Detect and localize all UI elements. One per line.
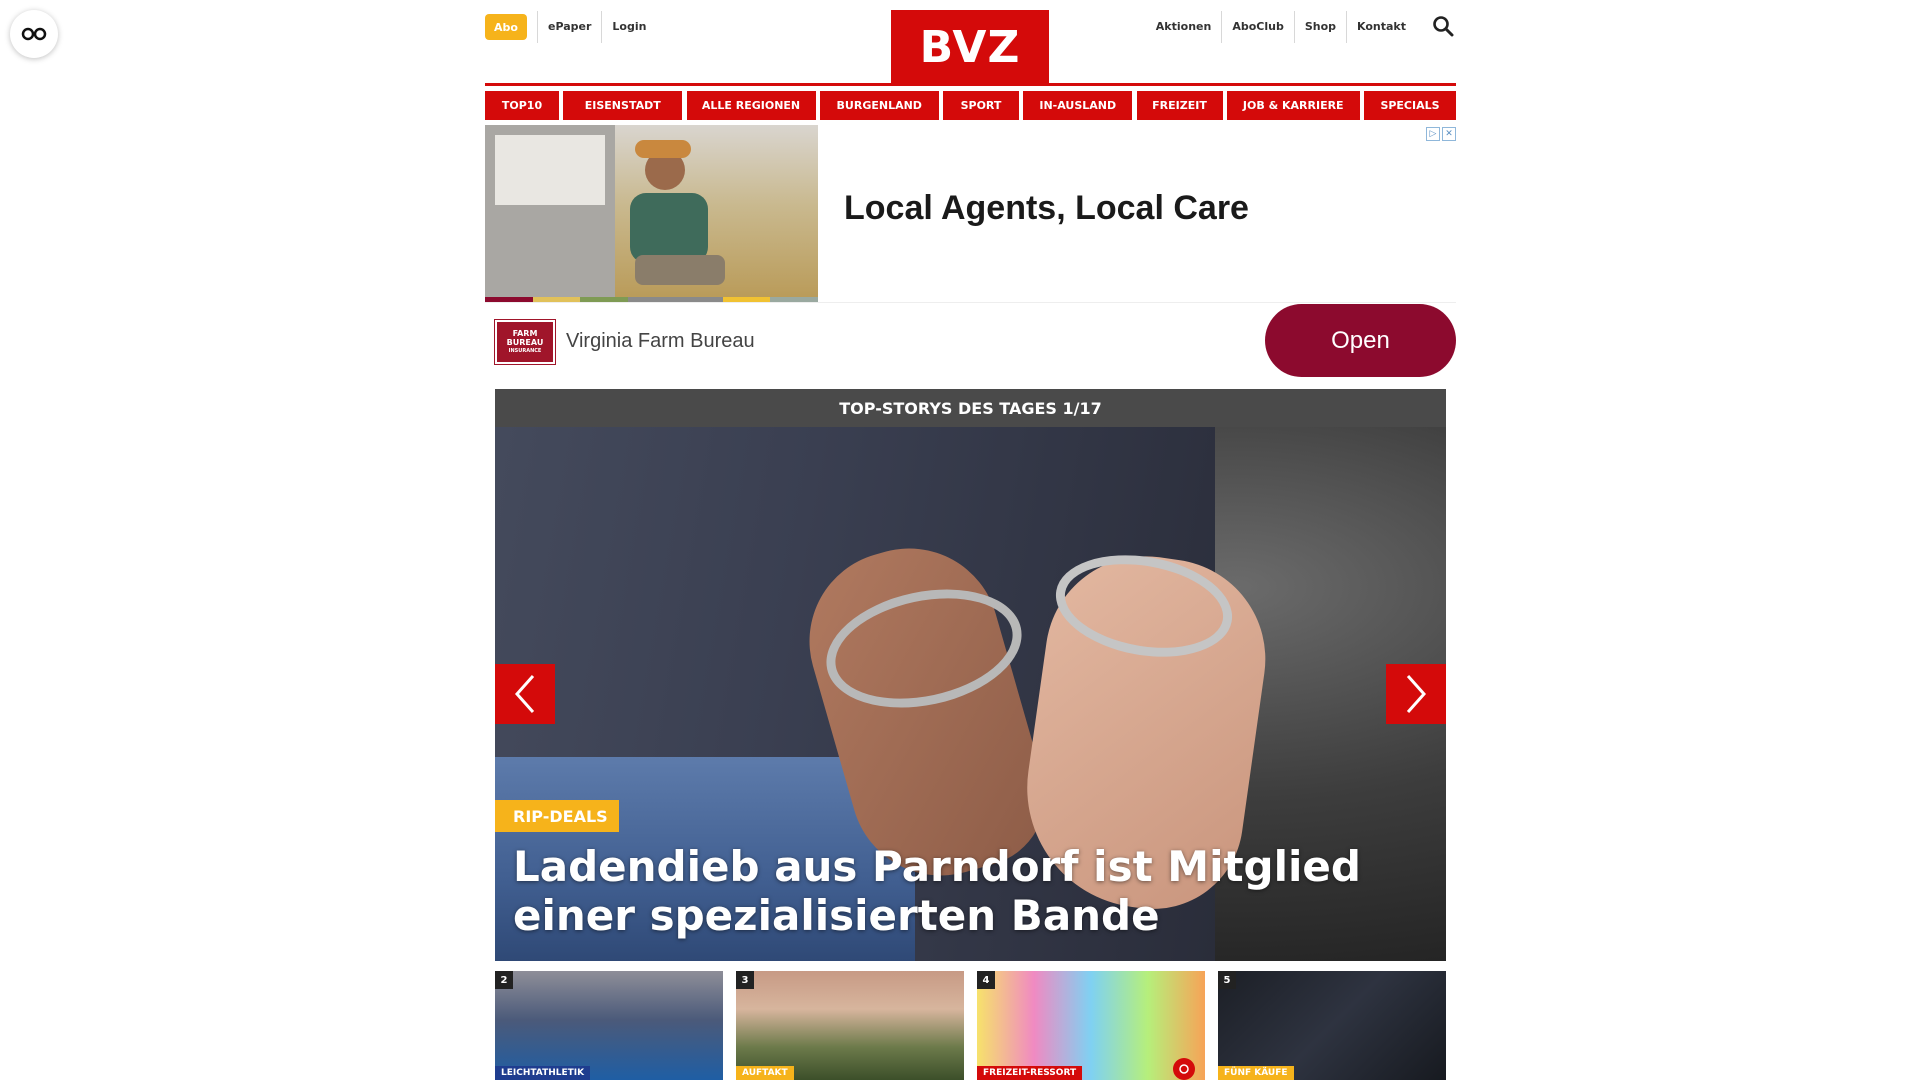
- ad-open-button[interactable]: Open: [1265, 304, 1456, 377]
- site-logo[interactable]: BVZ: [891, 10, 1049, 84]
- thumbnail-tag: AUFTAKT: [736, 1066, 794, 1080]
- nav-item-burgenland[interactable]: BURGENLAND: [819, 91, 939, 120]
- thumbnail-tag: FÜNF KÄUFE: [1218, 1066, 1294, 1080]
- camera-icon: [1173, 1058, 1195, 1080]
- nav-item-job-karriere[interactable]: JOB & KARRIERE: [1226, 91, 1360, 120]
- reader-mode-button[interactable]: [10, 10, 58, 58]
- page-container: Abo ePaper Login BVZ Aktionen AboClub Sh…: [485, 0, 1456, 1080]
- nav-item-alle-regionen[interactable]: ALLE REGIONEN: [686, 91, 816, 120]
- chevron-right-icon: [1406, 675, 1427, 713]
- kontakt-link[interactable]: Kontakt: [1346, 11, 1416, 43]
- header-divider: [485, 83, 1456, 86]
- thumbnail-story-4[interactable]: 4 FREIZEIT-RESSORT: [977, 971, 1205, 1080]
- story-thumbnails: 2 LEICHTATHLETIK 3 AUFTAKT 4 FREIZEIT-RE…: [495, 971, 1446, 1080]
- ad-image[interactable]: [485, 125, 818, 302]
- header-links-right: Aktionen AboClub Shop Kontakt: [1146, 11, 1416, 43]
- story-kicker[interactable]: RIP-DEALS: [495, 800, 619, 832]
- thumbnail-number: 5: [1218, 971, 1236, 989]
- adchoices-icon[interactable]: ▷: [1426, 127, 1440, 141]
- story-headline[interactable]: Ladendieb aus Parndorf ist Mitglied eine…: [513, 842, 1413, 940]
- close-icon[interactable]: ✕: [1442, 127, 1456, 141]
- ad-choices[interactable]: ▷ ✕: [1426, 127, 1456, 141]
- ad-headline[interactable]: Local Agents, Local Care: [844, 189, 1249, 228]
- glasses-icon: [21, 27, 47, 41]
- thumbnail-story-3[interactable]: 3 AUFTAKT: [736, 971, 964, 1080]
- thumbnail-story-5[interactable]: 5 FÜNF KÄUFE: [1218, 971, 1446, 1080]
- advertisement[interactable]: Local Agents, Local Care ▷ ✕ FARM BUREAU…: [485, 125, 1456, 383]
- farm-bureau-logo: FARM BUREAU INSURANCE: [495, 320, 555, 364]
- thumbnail-number: 2: [495, 971, 513, 989]
- site-header: Abo ePaper Login BVZ Aktionen AboClub Sh…: [485, 0, 1456, 86]
- nav-item-eisenstadt[interactable]: EISENSTADT: [563, 91, 683, 120]
- nav-item-sport[interactable]: SPORT: [943, 91, 1019, 120]
- thumbnail-tag: FREIZEIT-RESSORT: [977, 1066, 1083, 1080]
- main-navigation: TOP10 EISENSTADT ALLE REGIONEN BURGENLAN…: [485, 91, 1456, 120]
- nav-item-top10[interactable]: TOP10: [485, 91, 559, 120]
- search-icon[interactable]: [1432, 15, 1456, 41]
- thumbnail-number: 3: [736, 971, 754, 989]
- header-links-left: ePaper Login: [537, 11, 656, 43]
- ad-footer: FARM BUREAU INSURANCE Virginia Farm Bure…: [485, 302, 1456, 383]
- top-stories-carousel: TOP-STORYS DES TAGES 1/17 RIP-DEALS Lade…: [495, 389, 1446, 961]
- epaper-link[interactable]: ePaper: [537, 11, 601, 43]
- nav-item-specials[interactable]: SPECIALS: [1364, 91, 1456, 120]
- thumbnail-story-2[interactable]: 2 LEICHTATHLETIK: [495, 971, 723, 1080]
- nav-item-freizeit[interactable]: FREIZEIT: [1136, 91, 1223, 120]
- chevron-left-icon: [514, 675, 535, 713]
- thumbnail-number: 4: [977, 971, 995, 989]
- aboclub-link[interactable]: AboClub: [1221, 11, 1294, 43]
- hero-story[interactable]: RIP-DEALS Ladendieb aus Parndorf ist Mit…: [495, 427, 1446, 961]
- ad-advertiser-name[interactable]: Virginia Farm Bureau: [566, 330, 755, 353]
- nav-item-in-ausland[interactable]: IN-AUSLAND: [1023, 91, 1133, 120]
- carousel-next-button[interactable]: [1386, 664, 1446, 724]
- aktionen-link[interactable]: Aktionen: [1146, 11, 1222, 43]
- thumbnail-tag: LEICHTATHLETIK: [495, 1066, 591, 1080]
- carousel-prev-button[interactable]: [495, 664, 555, 724]
- top-stories-heading: TOP-STORYS DES TAGES 1/17: [495, 389, 1446, 427]
- abo-button[interactable]: Abo: [485, 14, 527, 40]
- login-link[interactable]: Login: [601, 11, 656, 43]
- shop-link[interactable]: Shop: [1293, 11, 1346, 43]
